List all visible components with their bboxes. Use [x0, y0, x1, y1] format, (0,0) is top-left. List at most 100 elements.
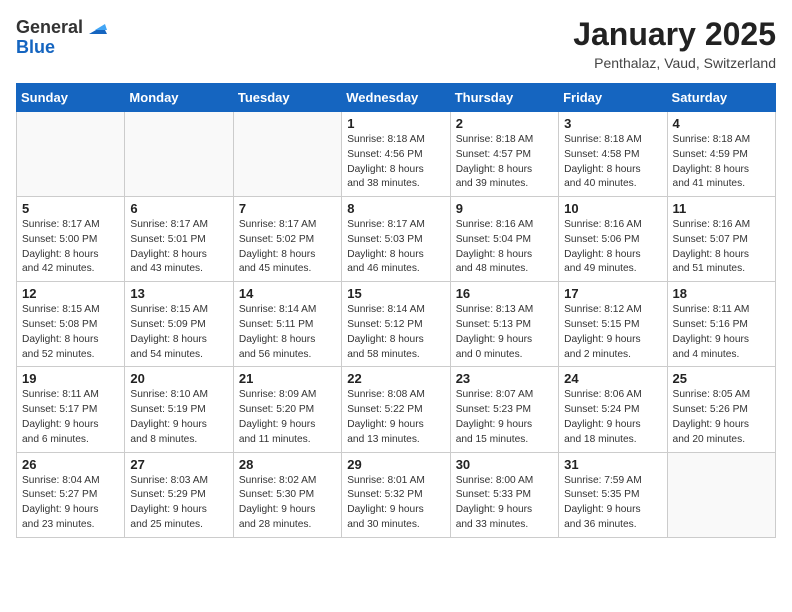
- day-info: Sunrise: 8:05 AM Sunset: 5:26 PM Dayligh…: [673, 388, 770, 447]
- calendar-cell: 10 Sunrise: 8:16 AM Sunset: 5:06 PM Dayli…: [559, 197, 667, 282]
- calendar-cell: 14 Sunrise: 8:14 AM Sunset: 5:11 PM Dayli…: [233, 282, 341, 367]
- day-info: Sunrise: 8:13 AM Sunset: 5:13 PM Dayligh…: [456, 303, 553, 362]
- day-info: Sunrise: 8:11 AM Sunset: 5:16 PM Dayligh…: [673, 303, 770, 362]
- calendar-cell: 2 Sunrise: 8:18 AM Sunset: 4:57 PM Daylig…: [450, 112, 558, 197]
- day-info: Sunrise: 8:17 AM Sunset: 5:03 PM Dayligh…: [347, 218, 444, 277]
- day-number: 7: [239, 201, 336, 216]
- calendar-cell: 17Sunrise: 8:12 AM Sunset: 5:15 PM Dayli…: [559, 282, 667, 367]
- calendar-cell: 23 Sunrise: 8:07 AM Sunset: 5:23 PM Dayli…: [450, 367, 558, 452]
- day-number: 3: [564, 116, 661, 131]
- day-number: 19: [22, 371, 119, 386]
- calendar-cell: [125, 112, 233, 197]
- day-info: Sunrise: 7:59 AM Sunset: 5:35 PM Dayligh…: [564, 474, 661, 533]
- calendar-cell: 15 Sunrise: 8:14 AM Sunset: 5:12 PM Dayli…: [342, 282, 450, 367]
- calendar-cell: 11Sunrise: 8:16 AM Sunset: 5:07 PM Dayli…: [667, 197, 775, 282]
- day-info: Sunrise: 8:03 AM Sunset: 5:29 PM Dayligh…: [130, 474, 227, 533]
- day-info: Sunrise: 8:02 AM Sunset: 5:30 PM Dayligh…: [239, 474, 336, 533]
- day-number: 30: [456, 457, 553, 472]
- calendar-cell: 28 Sunrise: 8:02 AM Sunset: 5:30 PM Dayli…: [233, 452, 341, 537]
- day-number: 14: [239, 286, 336, 301]
- calendar-cell: 25 Sunrise: 8:05 AM Sunset: 5:26 PM Dayli…: [667, 367, 775, 452]
- calendar-cell: 27 Sunrise: 8:03 AM Sunset: 5:29 PM Dayli…: [125, 452, 233, 537]
- day-number: 15: [347, 286, 444, 301]
- page-header: General Blue January 2025 Penthalaz, Vau…: [16, 16, 776, 71]
- day-number: 10: [564, 201, 661, 216]
- calendar-cell: 18 Sunrise: 8:11 AM Sunset: 5:16 PM Dayli…: [667, 282, 775, 367]
- day-info: Sunrise: 8:15 AM Sunset: 5:09 PM Dayligh…: [130, 303, 227, 362]
- calendar-cell: 21Sunrise: 8:09 AM Sunset: 5:20 PM Dayli…: [233, 367, 341, 452]
- header-saturday: Saturday: [667, 84, 775, 112]
- calendar-week-2: 5 Sunrise: 8:17 AM Sunset: 5:00 PM Daylig…: [17, 197, 776, 282]
- calendar-title: January 2025: [573, 16, 776, 53]
- calendar-week-1: 1 Sunrise: 8:18 AM Sunset: 4:56 PM Daylig…: [17, 112, 776, 197]
- calendar-cell: 7 Sunrise: 8:17 AM Sunset: 5:02 PM Daylig…: [233, 197, 341, 282]
- day-info: Sunrise: 8:01 AM Sunset: 5:32 PM Dayligh…: [347, 474, 444, 533]
- day-info: Sunrise: 8:08 AM Sunset: 5:22 PM Dayligh…: [347, 388, 444, 447]
- day-info: Sunrise: 8:14 AM Sunset: 5:12 PM Dayligh…: [347, 303, 444, 362]
- calendar-cell: 4 Sunrise: 8:18 AM Sunset: 4:59 PM Daylig…: [667, 112, 775, 197]
- day-number: 28: [239, 457, 336, 472]
- calendar-week-5: 26 Sunrise: 8:04 AM Sunset: 5:27 PM Dayli…: [17, 452, 776, 537]
- calendar-cell: 24Sunrise: 8:06 AM Sunset: 5:24 PM Dayli…: [559, 367, 667, 452]
- calendar-cell: 5 Sunrise: 8:17 AM Sunset: 5:00 PM Daylig…: [17, 197, 125, 282]
- calendar-cell: 26 Sunrise: 8:04 AM Sunset: 5:27 PM Dayli…: [17, 452, 125, 537]
- day-number: 22: [347, 371, 444, 386]
- header-wednesday: Wednesday: [342, 84, 450, 112]
- day-number: 16: [456, 286, 553, 301]
- calendar-cell: 9Sunrise: 8:16 AM Sunset: 5:04 PM Daylig…: [450, 197, 558, 282]
- day-number: 20: [130, 371, 227, 386]
- day-info: Sunrise: 8:17 AM Sunset: 5:02 PM Dayligh…: [239, 218, 336, 277]
- calendar-cell: [233, 112, 341, 197]
- day-info: Sunrise: 8:16 AM Sunset: 5:04 PM Dayligh…: [456, 218, 553, 277]
- logo-blue: Blue: [16, 37, 55, 57]
- calendar-cell: 3 Sunrise: 8:18 AM Sunset: 4:58 PM Daylig…: [559, 112, 667, 197]
- calendar-table: Sunday Monday Tuesday Wednesday Thursday…: [16, 83, 776, 538]
- calendar-header-row: Sunday Monday Tuesday Wednesday Thursday…: [17, 84, 776, 112]
- day-info: Sunrise: 8:17 AM Sunset: 5:00 PM Dayligh…: [22, 218, 119, 277]
- day-number: 2: [456, 116, 553, 131]
- day-number: 13: [130, 286, 227, 301]
- day-info: Sunrise: 8:17 AM Sunset: 5:01 PM Dayligh…: [130, 218, 227, 277]
- calendar-cell: 19Sunrise: 8:11 AM Sunset: 5:17 PM Dayli…: [17, 367, 125, 452]
- calendar-cell: 12Sunrise: 8:15 AM Sunset: 5:08 PM Dayli…: [17, 282, 125, 367]
- calendar-cell: [17, 112, 125, 197]
- day-info: Sunrise: 8:10 AM Sunset: 5:19 PM Dayligh…: [130, 388, 227, 447]
- day-info: Sunrise: 8:18 AM Sunset: 4:56 PM Dayligh…: [347, 133, 444, 192]
- day-info: Sunrise: 8:14 AM Sunset: 5:11 PM Dayligh…: [239, 303, 336, 362]
- day-number: 25: [673, 371, 770, 386]
- calendar-cell: 16 Sunrise: 8:13 AM Sunset: 5:13 PM Dayli…: [450, 282, 558, 367]
- calendar-cell: 30 Sunrise: 8:00 AM Sunset: 5:33 PM Dayli…: [450, 452, 558, 537]
- day-number: 5: [22, 201, 119, 216]
- calendar-cell: 1 Sunrise: 8:18 AM Sunset: 4:56 PM Daylig…: [342, 112, 450, 197]
- day-info: Sunrise: 8:15 AM Sunset: 5:08 PM Dayligh…: [22, 303, 119, 362]
- day-number: 4: [673, 116, 770, 131]
- day-info: Sunrise: 8:07 AM Sunset: 5:23 PM Dayligh…: [456, 388, 553, 447]
- day-info: Sunrise: 8:18 AM Sunset: 4:58 PM Dayligh…: [564, 133, 661, 192]
- day-info: Sunrise: 8:18 AM Sunset: 4:57 PM Dayligh…: [456, 133, 553, 192]
- calendar-week-4: 19Sunrise: 8:11 AM Sunset: 5:17 PM Dayli…: [17, 367, 776, 452]
- day-info: Sunrise: 8:16 AM Sunset: 5:06 PM Dayligh…: [564, 218, 661, 277]
- day-number: 29: [347, 457, 444, 472]
- day-info: Sunrise: 8:16 AM Sunset: 5:07 PM Dayligh…: [673, 218, 770, 277]
- calendar-cell: 31Sunrise: 7:59 AM Sunset: 5:35 PM Dayli…: [559, 452, 667, 537]
- day-number: 27: [130, 457, 227, 472]
- calendar-cell: 8 Sunrise: 8:17 AM Sunset: 5:03 PM Daylig…: [342, 197, 450, 282]
- title-section: January 2025 Penthalaz, Vaud, Switzerlan…: [573, 16, 776, 71]
- header-sunday: Sunday: [17, 84, 125, 112]
- day-number: 26: [22, 457, 119, 472]
- day-number: 8: [347, 201, 444, 216]
- day-number: 23: [456, 371, 553, 386]
- day-info: Sunrise: 8:09 AM Sunset: 5:20 PM Dayligh…: [239, 388, 336, 447]
- calendar-cell: 22 Sunrise: 8:08 AM Sunset: 5:22 PM Dayli…: [342, 367, 450, 452]
- calendar-cell: 29 Sunrise: 8:01 AM Sunset: 5:32 PM Dayli…: [342, 452, 450, 537]
- day-info: Sunrise: 8:04 AM Sunset: 5:27 PM Dayligh…: [22, 474, 119, 533]
- day-number: 1: [347, 116, 444, 131]
- calendar-week-3: 12Sunrise: 8:15 AM Sunset: 5:08 PM Dayli…: [17, 282, 776, 367]
- day-number: 6: [130, 201, 227, 216]
- day-number: 18: [673, 286, 770, 301]
- day-info: Sunrise: 8:12 AM Sunset: 5:15 PM Dayligh…: [564, 303, 661, 362]
- calendar-cell: 6 Sunrise: 8:17 AM Sunset: 5:01 PM Daylig…: [125, 197, 233, 282]
- day-info: Sunrise: 8:18 AM Sunset: 4:59 PM Dayligh…: [673, 133, 770, 192]
- logo: General Blue: [16, 16, 107, 58]
- day-info: Sunrise: 8:00 AM Sunset: 5:33 PM Dayligh…: [456, 474, 553, 533]
